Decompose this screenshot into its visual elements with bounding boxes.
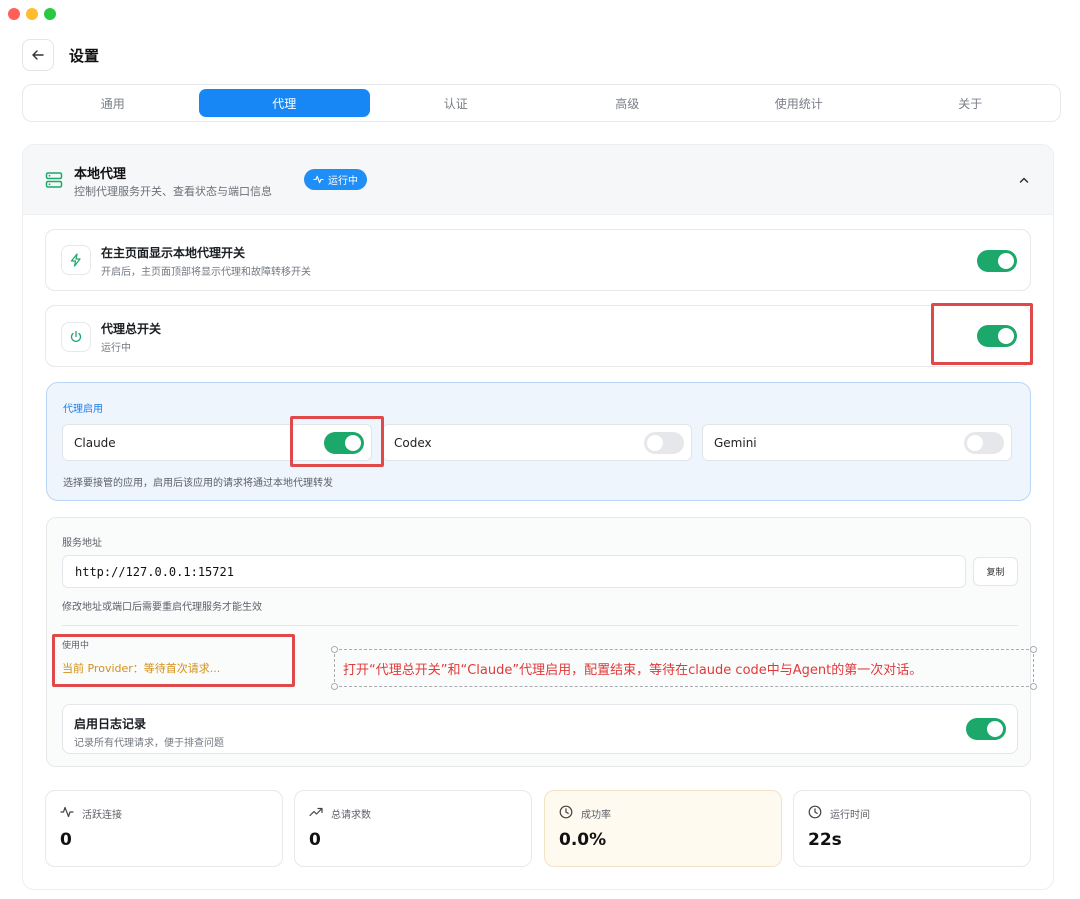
claude-toggle-highlight xyxy=(290,416,384,467)
stat-success-rate: 成功率 0.0% xyxy=(544,790,782,867)
annotation-handle-bl xyxy=(331,683,338,690)
arrow-left-icon xyxy=(32,50,44,60)
show-proxy-toggle[interactable] xyxy=(977,250,1017,272)
power-icon xyxy=(70,330,82,342)
stat-label: 运行时间 xyxy=(830,810,870,821)
settings-tabs: 通用 代理 认证 高级 使用统计 关于 xyxy=(22,84,1061,122)
annotation-text: 打开“代理总开关”和“Claude”代理启用，配置结束，等待在claude co… xyxy=(331,646,1037,690)
tab-advanced[interactable]: 高级 xyxy=(542,89,714,117)
service-address-label: 服务地址 xyxy=(62,538,102,549)
section-subtitle: 控制代理服务开关、查看状态与端口信息 xyxy=(74,185,272,198)
service-address-input[interactable]: http://127.0.0.1:15721 xyxy=(62,555,966,588)
chevron-up-icon[interactable] xyxy=(1017,173,1031,187)
local-proxy-header[interactable]: 本地代理 控制代理服务开关、查看状态与端口信息 运行中 xyxy=(23,145,1053,215)
window-titlebar xyxy=(0,0,1080,28)
logging-toggle[interactable] xyxy=(966,718,1006,740)
annotation-handle-br xyxy=(1030,683,1037,690)
stat-active-connections: 活跃连接 0 xyxy=(45,790,283,867)
show-proxy-toggle-subtitle: 开启后，主页面顶部将显示代理和故障转移开关 xyxy=(101,267,311,278)
proxy-apps-hint: 选择要接管的应用，启用后该应用的请求将通过本地代理转发 xyxy=(63,478,333,489)
proxy-apps-title: 代理启用 xyxy=(63,404,103,415)
window-close-button[interactable] xyxy=(8,8,20,20)
stat-value: 0 xyxy=(60,830,72,850)
app-codex: Codex xyxy=(382,424,692,461)
app-gemini: Gemini xyxy=(702,424,1012,461)
master-switch-subtitle: 运行中 xyxy=(101,343,131,354)
status-badge-label: 运行中 xyxy=(328,176,358,187)
stat-value: 0 xyxy=(309,830,321,850)
app-gemini-label: Gemini xyxy=(714,436,757,450)
logging-card: 启用日志记录 记录所有代理请求，便于排查问题 xyxy=(62,704,1018,754)
tab-usage-stats[interactable]: 使用统计 xyxy=(713,89,885,117)
provider-highlight xyxy=(52,634,295,687)
annotation-handle-tr xyxy=(1030,646,1037,653)
tab-proxy[interactable]: 代理 xyxy=(198,89,370,117)
server-icon xyxy=(45,172,63,188)
trending-up-icon xyxy=(309,807,323,817)
app-codex-label: Codex xyxy=(394,436,432,450)
master-switch-title: 代理总开关 xyxy=(101,322,162,336)
stat-label: 活跃连接 xyxy=(82,810,122,821)
app-gemini-toggle[interactable] xyxy=(964,432,1004,454)
app-claude-label: Claude xyxy=(74,436,116,450)
logging-title: 启用日志记录 xyxy=(74,717,147,731)
back-button[interactable] xyxy=(22,39,54,71)
local-proxy-panel: 本地代理 控制代理服务开关、查看状态与端口信息 运行中 在主页面显示本地代理开关… xyxy=(22,144,1054,890)
annotation-handle-tl xyxy=(331,646,338,653)
annotation-label: 打开“代理总开关”和“Claude”代理启用，配置结束，等待在claude co… xyxy=(343,662,923,678)
stat-uptime: 运行时间 22s xyxy=(793,790,1031,867)
activity-icon xyxy=(313,175,324,184)
app-codex-toggle[interactable] xyxy=(644,432,684,454)
master-switch-highlight xyxy=(931,303,1033,365)
stat-value: 22s xyxy=(808,830,842,850)
stat-total-requests: 总请求数 0 xyxy=(294,790,532,867)
show-proxy-toggle-title: 在主页面显示本地代理开关 xyxy=(101,246,246,260)
clock-icon xyxy=(808,805,822,819)
page-title: 设置 xyxy=(69,47,100,65)
activity-icon xyxy=(60,806,74,818)
zap-icon-box xyxy=(61,245,91,275)
tab-about[interactable]: 关于 xyxy=(885,89,1057,117)
power-icon-box xyxy=(61,322,91,352)
service-address-hint: 修改地址或端口后需要重启代理服务才能生效 xyxy=(62,602,262,613)
copy-button[interactable]: 复制 xyxy=(973,557,1018,586)
proxy-apps-card: 代理启用 Claude Codex Gemini 选择要接管的应用，启用后该应用… xyxy=(46,382,1031,501)
status-badge: 运行中 xyxy=(304,169,367,190)
stat-label: 总请求数 xyxy=(331,810,371,821)
logging-subtitle: 记录所有代理请求，便于排查问题 xyxy=(74,738,224,749)
window-minimize-button[interactable] xyxy=(26,8,38,20)
divider xyxy=(62,625,1018,626)
window-zoom-button[interactable] xyxy=(44,8,56,20)
clock-icon xyxy=(559,805,573,819)
master-switch-card: 代理总开关 运行中 xyxy=(45,305,1031,367)
tab-general[interactable]: 通用 xyxy=(27,89,199,117)
stat-label: 成功率 xyxy=(581,810,611,821)
show-proxy-toggle-card: 在主页面显示本地代理开关 开启后，主页面顶部将显示代理和故障转移开关 xyxy=(45,229,1031,291)
stat-value: 0.0% xyxy=(559,830,607,850)
zap-icon xyxy=(70,253,81,267)
tab-auth[interactable]: 认证 xyxy=(370,89,542,117)
section-title: 本地代理 xyxy=(74,167,127,182)
